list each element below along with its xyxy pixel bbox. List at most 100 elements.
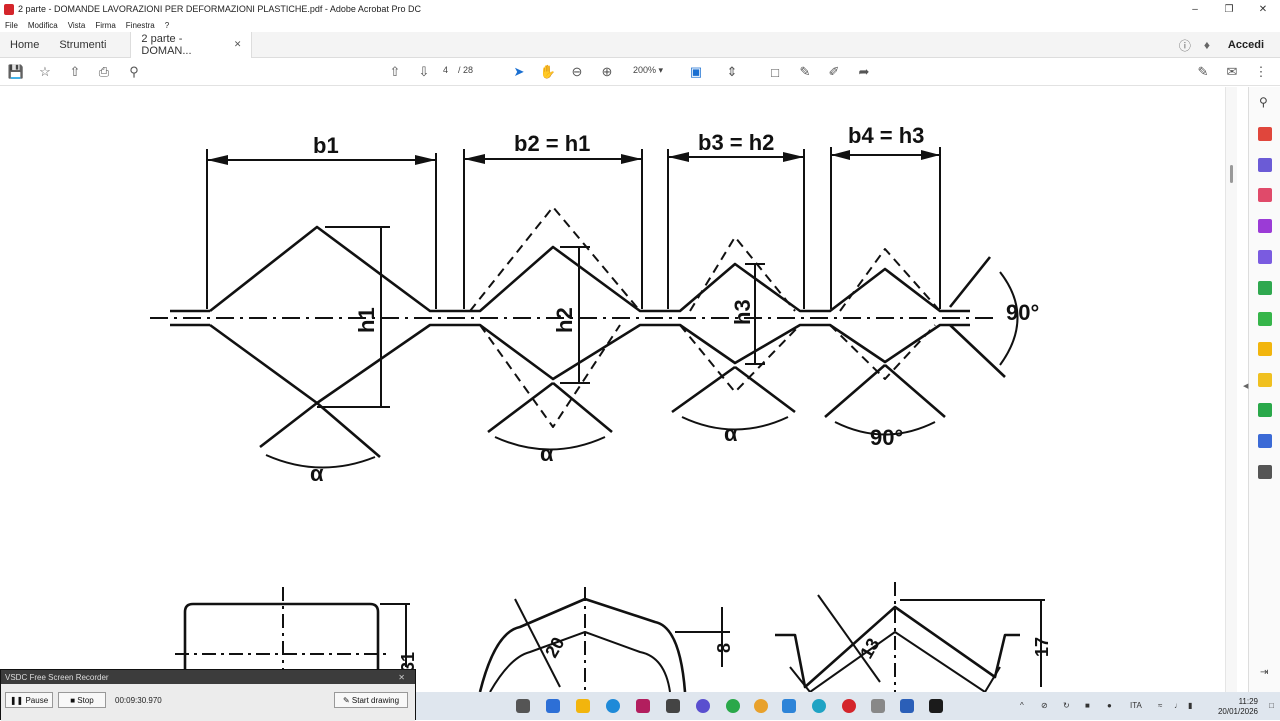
zoom-in-icon[interactable]: ⊕ — [597, 62, 617, 82]
keyboard-language[interactable]: ITA — [1130, 701, 1142, 710]
upload-cloud-icon[interactable]: ⇧ — [65, 62, 85, 82]
tray-network-off-icon[interactable]: ⊘ — [1041, 701, 1048, 710]
recorder-close-icon[interactable]: ✕ — [398, 673, 405, 682]
tray-chevron-icon[interactable]: ^ — [1020, 701, 1024, 710]
taskbar-app6-icon[interactable] — [812, 699, 826, 713]
menu-file[interactable]: File — [5, 21, 18, 30]
tab-document[interactable]: 2 parte - DOMAN... ✕ — [130, 31, 253, 58]
profile-upper — [209, 225, 970, 313]
comment-tool-icon[interactable] — [1258, 373, 1272, 387]
taskbar-app4-icon[interactable] — [696, 699, 710, 713]
search-icon[interactable]: ⚲ — [124, 62, 144, 82]
pause-icon: ❚❚ — [9, 695, 26, 705]
clock-time: 11:29 — [1238, 697, 1258, 706]
recorder-title: VSDC Free Screen Recorder ✕ — [1, 670, 415, 684]
scan-ocr-icon[interactable] — [1258, 403, 1272, 417]
menu-bar: File Modifica Vista Firma Finestra ? — [0, 18, 1280, 32]
share-icon[interactable]: ➦ — [854, 62, 874, 82]
zoom-search-icon[interactable]: ⚲ — [1259, 95, 1268, 109]
notifications-icon[interactable]: □ — [1269, 701, 1274, 710]
technical-drawing: b1 b2 = h1 b3 = h2 b4 = h3 90° α α α 90°… — [150, 123, 1052, 692]
page-down-icon[interactable]: ⇩ — [414, 62, 434, 82]
menu-vista[interactable]: Vista — [68, 21, 86, 30]
minimize-button[interactable]: – — [1178, 0, 1212, 18]
stop-button[interactable]: ■ Stop — [58, 692, 106, 708]
collapse-right-icon[interactable]: ◀ — [1243, 382, 1248, 390]
create-pdf-icon[interactable] — [1258, 158, 1272, 172]
tray-volume-icon[interactable]: ♩ — [1174, 701, 1182, 710]
taskbar-acrobat-icon[interactable] — [929, 699, 943, 713]
taskbar-edge-icon[interactable] — [606, 699, 620, 713]
email-icon[interactable]: ✉ — [1222, 62, 1242, 82]
tab-close-icon[interactable]: ✕ — [234, 39, 242, 50]
taskbar-snip-icon[interactable] — [871, 699, 885, 713]
select-cursor-icon[interactable]: ➤ — [509, 62, 529, 82]
fill-sign-icon[interactable] — [1258, 250, 1272, 264]
taskbar-calendar-icon[interactable] — [546, 699, 560, 713]
vertical-scrollbar[interactable] — [1225, 87, 1237, 692]
taskbar-app3-icon[interactable] — [666, 699, 680, 713]
taskbar-whatsapp-icon[interactable] — [726, 699, 740, 713]
system-clock[interactable]: 11:29 20/01/2026 — [1218, 697, 1258, 717]
hand-tool-icon[interactable]: ✋ — [538, 62, 558, 82]
title-bar: 2 parte - DOMANDE LAVORAZIONI PER DEFORM… — [0, 0, 1280, 18]
menu-modifica[interactable]: Modifica — [28, 21, 58, 30]
start-drawing-label: Start drawing — [351, 695, 400, 705]
tab-document-label: 2 parte - DOMAN... — [141, 32, 192, 57]
scrollbar-thumb[interactable] — [1230, 165, 1233, 183]
windows-taskbar: ^ ⊘ ↻ ■ ● ITA ≈ ♩ ▮ 11:29 20/01/2026 □ — [416, 692, 1280, 720]
sign-icon[interactable]: ✎ — [1193, 62, 1213, 82]
document-view[interactable]: b1 b2 = h1 b3 = h2 b4 = h3 90° α α α 90°… — [0, 87, 1248, 692]
taskbar-explorer-icon[interactable] — [576, 699, 590, 713]
taskbar-app2-icon[interactable] — [636, 699, 650, 713]
taskbar-app5-icon[interactable] — [782, 699, 796, 713]
combine-files-icon[interactable] — [1258, 281, 1272, 295]
login-link[interactable]: Accedi — [1228, 39, 1264, 51]
tab-home[interactable]: Home — [0, 32, 49, 58]
page-total: / 28 — [458, 65, 474, 75]
taskbar-word-icon[interactable] — [900, 699, 914, 713]
edit-pdf-icon[interactable] — [1258, 219, 1272, 233]
start-drawing-button[interactable]: ✎ Start drawing — [334, 692, 408, 708]
taskbar-app7-icon[interactable] — [842, 699, 856, 713]
fit-page-icon[interactable]: ▣ — [686, 62, 706, 82]
print-icon[interactable]: ⎙ — [94, 62, 114, 82]
panel-arrow-icon[interactable]: ⇥ — [1260, 667, 1268, 678]
page-current[interactable]: 4 — [443, 65, 448, 75]
tray-sync-icon[interactable]: ↻ — [1063, 701, 1070, 710]
zoom-level[interactable]: 200% ▾ — [633, 65, 663, 76]
export-excel-icon[interactable] — [1258, 312, 1272, 326]
organize-pages-icon[interactable] — [1258, 188, 1272, 202]
menu-finestra[interactable]: Finestra — [126, 21, 155, 30]
tray-battery-icon[interactable]: ▮ — [1188, 701, 1192, 710]
page-up-icon[interactable]: ⇧ — [385, 62, 405, 82]
maximize-button[interactable]: ❐ — [1212, 0, 1246, 18]
label-b2: b2 = h1 — [514, 131, 590, 156]
taskbar-app-icon[interactable] — [516, 699, 530, 713]
tray-mic-icon[interactable]: ● — [1107, 701, 1112, 710]
menu-help[interactable]: ? — [165, 21, 169, 30]
notification-bell-icon[interactable]: ♦ — [1196, 32, 1218, 58]
more-tools-icon[interactable] — [1258, 465, 1272, 479]
close-button[interactable]: ✕ — [1246, 0, 1280, 18]
pause-button[interactable]: ❚❚ Pause — [5, 692, 53, 708]
protect-icon[interactable] — [1258, 434, 1272, 448]
taskbar-chrome-icon[interactable] — [754, 699, 768, 713]
label-b4: b4 = h3 — [848, 123, 924, 148]
draw-icon[interactable]: ✐ — [824, 62, 844, 82]
menu-firma[interactable]: Firma — [95, 21, 115, 30]
page-indicator[interactable]: 4 / 28 — [443, 65, 473, 75]
highlight-pen-icon[interactable]: ✎ — [795, 62, 815, 82]
scroll-mode-icon[interactable]: ⇕ — [722, 62, 742, 82]
comment-icon[interactable]: □ — [765, 62, 785, 82]
save-icon[interactable]: 💾 — [6, 62, 26, 82]
export-pdf-icon[interactable] — [1258, 127, 1272, 141]
send-review-icon[interactable] — [1258, 342, 1272, 356]
tray-app-icon[interactable]: ■ — [1085, 701, 1090, 710]
bookmark-star-icon[interactable]: ☆ — [35, 62, 55, 82]
more-options-icon[interactable]: ⋮ — [1251, 62, 1271, 82]
help-icon[interactable]: ⓘ — [1174, 32, 1196, 58]
zoom-out-icon[interactable]: ⊖ — [567, 62, 587, 82]
tab-strumenti[interactable]: Strumenti — [49, 32, 116, 58]
tray-wifi-icon[interactable]: ≈ — [1158, 701, 1162, 710]
